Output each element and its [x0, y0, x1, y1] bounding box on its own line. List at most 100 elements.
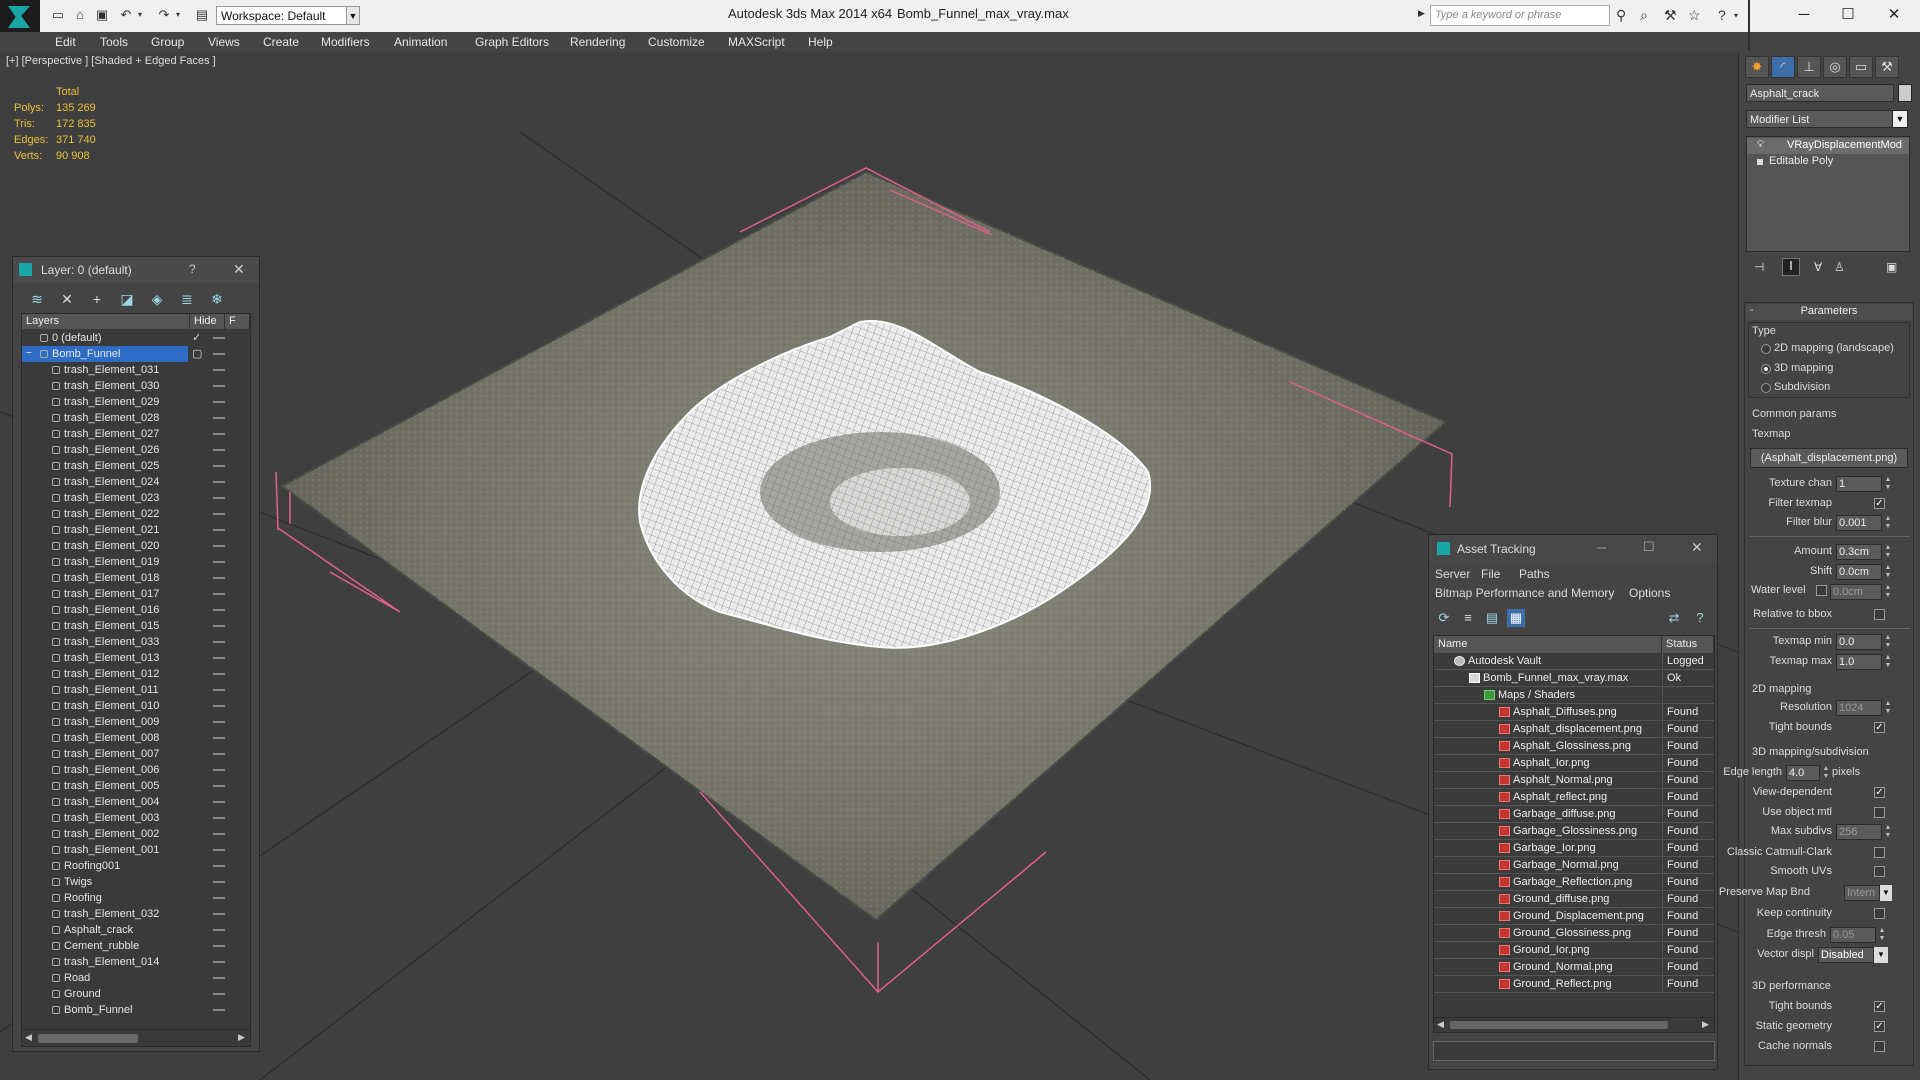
texmap-min-input[interactable]: 0.0 [1836, 634, 1882, 650]
object-name-field[interactable]: Asphalt_crack [1746, 84, 1894, 102]
cache-normals-checkbox[interactable] [1874, 1041, 1885, 1052]
add-layer-icon[interactable]: + [87, 289, 107, 309]
texmap-button[interactable]: (Asphalt_displacement.png) [1750, 448, 1908, 468]
undo-dropdown-icon[interactable]: ▾ [132, 7, 148, 23]
asset-row[interactable]: Autodesk Vault Logged [1434, 653, 1714, 670]
column-freeze[interactable]: F [225, 314, 250, 329]
hide-toggle[interactable] [213, 689, 225, 691]
layer-row[interactable]: trash_Element_030 [22, 378, 250, 394]
hide-toggle[interactable] [213, 913, 225, 915]
layer-row[interactable]: trash_Element_031 [22, 362, 250, 378]
vault-connect-icon[interactable]: ⇄ [1665, 609, 1683, 627]
hide-toggle[interactable] [213, 369, 225, 371]
menu-modifiers[interactable]: Modifiers [321, 35, 370, 49]
hide-toggle[interactable] [213, 961, 225, 963]
hide-toggle[interactable] [213, 465, 225, 467]
asset-path-field[interactable] [1433, 1041, 1715, 1061]
keep-continuity-checkbox[interactable] [1874, 908, 1885, 919]
layer-row[interactable]: Roofing [22, 890, 250, 906]
workspace-select[interactable]: Workspace: Default [216, 6, 360, 25]
layer-row[interactable]: Cement_rubble [22, 938, 250, 954]
current-layer-check-icon[interactable]: ▢ [192, 346, 202, 362]
help-icon[interactable]: ? [1718, 7, 1726, 23]
layer-row[interactable]: trash_Element_026 [22, 442, 250, 458]
hide-toggle[interactable] [213, 545, 225, 547]
edge-thresh-input[interactable]: 0.05 [1830, 927, 1876, 943]
spinner-icon[interactable]: ▲ ▼ [1884, 544, 1892, 560]
hide-toggle[interactable] [213, 513, 225, 515]
detail-view-icon[interactable]: ▤ [1483, 609, 1501, 627]
chevron-down-icon[interactable]: ▼ [1892, 110, 1908, 128]
hide-toggle[interactable] [213, 865, 225, 867]
asset-row[interactable]: Garbage_Normal.png Found [1434, 857, 1714, 874]
layer-row[interactable]: trash_Element_002 [22, 826, 250, 842]
menu-create[interactable]: Create [263, 35, 299, 49]
object-color-swatch[interactable] [1898, 84, 1912, 102]
static-geometry-checkbox[interactable]: ✓ [1874, 1021, 1885, 1032]
hide-toggle[interactable] [213, 417, 225, 419]
hide-toggle[interactable] [213, 385, 225, 387]
hierarchy-tab-icon[interactable]: ⊥ [1797, 56, 1821, 78]
asset-panel-titlebar[interactable]: Asset Tracking ─ ☐ ✕ [1429, 535, 1717, 563]
scroll-left-icon[interactable]: ◀ [25, 1032, 32, 1043]
menu-options[interactable]: Options [1629, 586, 1670, 600]
hide-toggle[interactable] [213, 657, 225, 659]
layer-row[interactable]: trash_Element_004 [22, 794, 250, 810]
layer-row[interactable]: trash_Element_027 [22, 426, 250, 442]
menu-server[interactable]: Server [1435, 567, 1470, 581]
hide-all-icon[interactable]: ≣ [177, 289, 197, 309]
column-hide[interactable]: Hide [190, 314, 225, 329]
layer-row[interactable]: trash_Element_008 [22, 730, 250, 746]
modify-tab-icon[interactable]: ◜ [1771, 56, 1795, 78]
smooth-uvs-checkbox[interactable] [1874, 866, 1885, 877]
spinner-icon[interactable]: ▲ ▼ [1884, 654, 1892, 670]
asset-row[interactable]: Bomb_Funnel_max_vray.max Ok [1434, 670, 1714, 687]
preserve-map-bnd-select[interactable]: Intern [1844, 885, 1880, 901]
hide-toggle[interactable] [213, 737, 225, 739]
water-level-checkbox[interactable] [1816, 585, 1827, 596]
layer-row[interactable]: trash_Element_017 [22, 586, 250, 602]
hide-toggle[interactable] [213, 945, 225, 947]
layer-row[interactable]: trash_Element_033 [22, 634, 250, 650]
layer-row[interactable]: trash_Element_021 [22, 522, 250, 538]
filter-blur-input[interactable]: 0.001 [1836, 515, 1882, 531]
menu-bitmap-performance[interactable]: Bitmap Performance and Memory [1435, 586, 1614, 600]
asset-row[interactable]: Asphalt_reflect.png Found [1434, 789, 1714, 806]
highlight-layer-icon[interactable]: ◈ [147, 289, 167, 309]
list-view-icon[interactable]: ≡ [1459, 609, 1477, 627]
hide-toggle[interactable] [213, 817, 225, 819]
hide-toggle[interactable] [213, 929, 225, 931]
current-layer-check-icon[interactable]: ✓ [192, 330, 201, 346]
help-dropdown-icon[interactable]: ▾ [1734, 11, 1738, 20]
hide-toggle[interactable] [213, 449, 225, 451]
layer-row[interactable]: − Bomb_Funnel ▢ [22, 346, 250, 362]
spinner-icon[interactable]: ▲ ▼ [1884, 584, 1892, 600]
search-input[interactable]: Type a keyword or phrase [1430, 5, 1610, 26]
layer-row[interactable]: Asphalt_crack [22, 922, 250, 938]
radio-subdivision[interactable] [1761, 383, 1771, 393]
layer-row[interactable]: trash_Element_011 [22, 682, 250, 698]
layer-row[interactable]: trash_Element_016 [22, 602, 250, 618]
asset-row[interactable]: Asphalt_Diffuses.png Found [1434, 704, 1714, 721]
radio-3d-mapping[interactable] [1761, 364, 1771, 374]
layer-row[interactable]: Bomb_Funnel [22, 1002, 250, 1018]
radio-subdivision-label[interactable]: Subdivision [1774, 381, 1830, 393]
tight-bounds-3d-checkbox[interactable]: ✓ [1874, 1001, 1885, 1012]
layer-row[interactable]: trash_Element_023 [22, 490, 250, 506]
pin-stack-icon[interactable]: ⊣ [1754, 260, 1764, 274]
layer-panel-titlebar[interactable]: Layer: 0 (default) ? ✕ [13, 257, 259, 283]
expand-icon[interactable] [1757, 159, 1763, 165]
shift-input[interactable]: 0.0cm [1836, 564, 1882, 580]
menu-graph-editors[interactable]: Graph Editors [475, 35, 549, 49]
favorites-star-icon[interactable]: ☆ [1688, 7, 1701, 24]
motion-tab-icon[interactable]: ◎ [1823, 56, 1847, 78]
layer-row[interactable]: trash_Element_013 [22, 650, 250, 666]
asset-row[interactable]: Ground_Normal.png Found [1434, 959, 1714, 976]
layer-row[interactable]: trash_Element_010 [22, 698, 250, 714]
hide-toggle[interactable] [213, 849, 225, 851]
scroll-left-icon[interactable]: ◀ [1437, 1019, 1444, 1030]
remove-modifier-icon[interactable]: ♙ [1834, 260, 1845, 274]
redo-dropdown-icon[interactable]: ▾ [170, 7, 186, 23]
hide-toggle[interactable] [213, 481, 225, 483]
asset-row[interactable]: Asphalt_displacement.png Found [1434, 721, 1714, 738]
